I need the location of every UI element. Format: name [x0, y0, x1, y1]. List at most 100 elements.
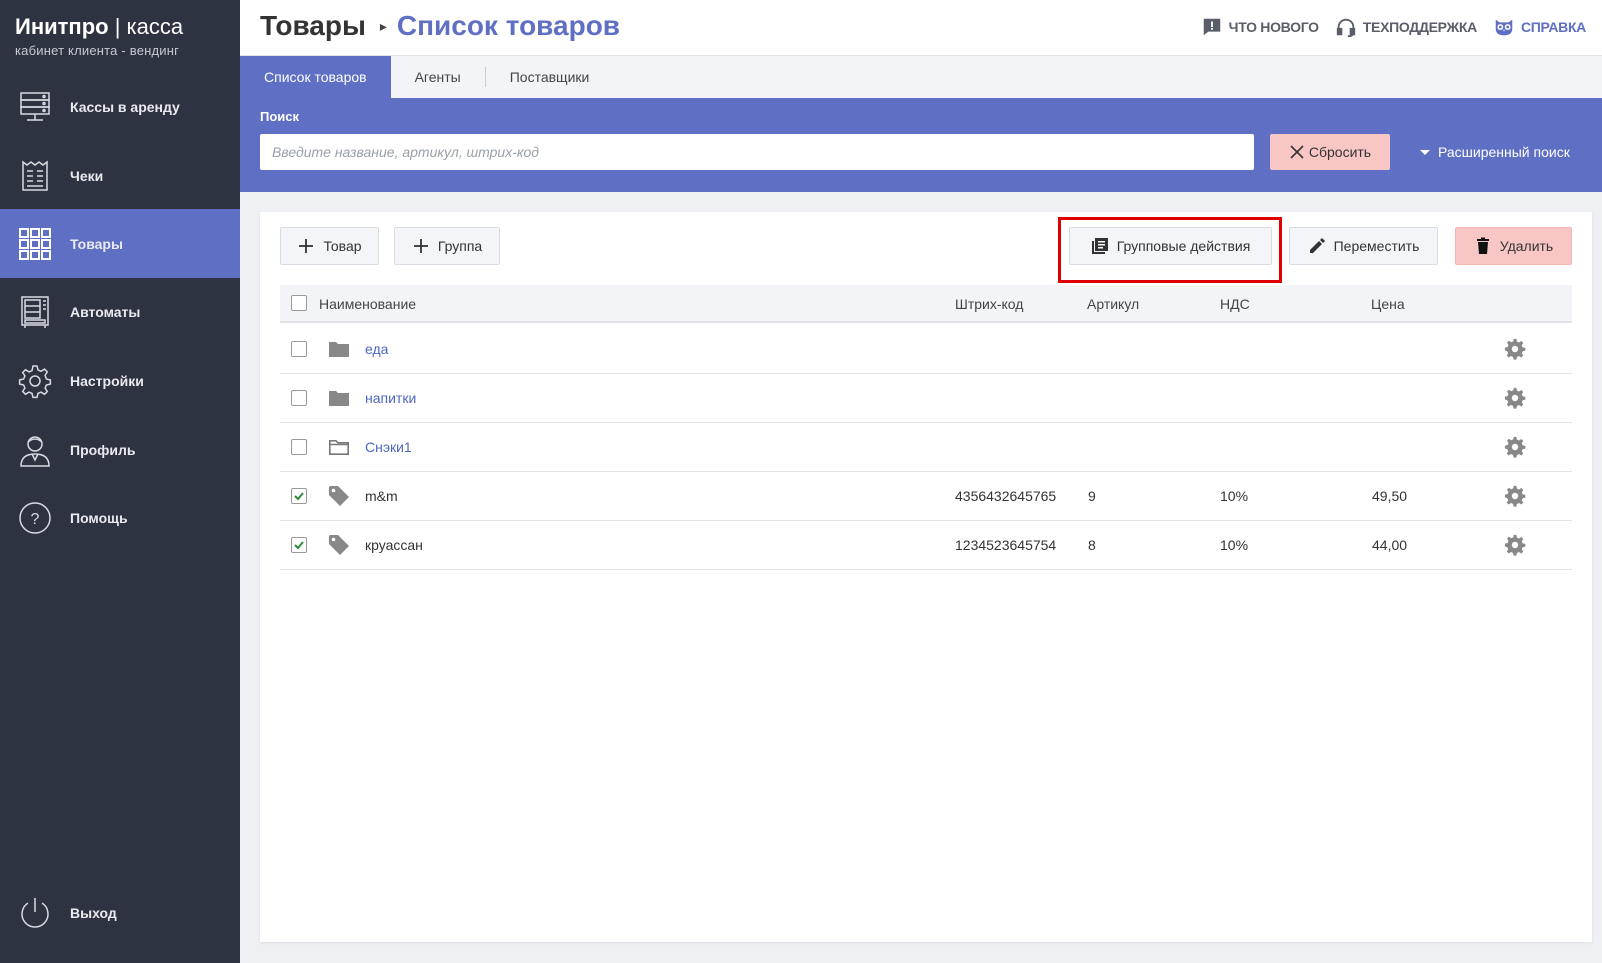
row-checkbox[interactable] [291, 341, 307, 357]
row-name[interactable]: круассан [365, 537, 423, 553]
move-label: Переместить [1333, 238, 1420, 254]
sidebar-item-receipts[interactable]: Чеки [0, 141, 240, 210]
whats-new-label: что нового [1228, 19, 1319, 35]
tag-icon [328, 534, 350, 556]
plus-icon [299, 239, 314, 253]
search-input[interactable] [260, 134, 1254, 170]
column-barcode[interactable]: Штрих-код [955, 296, 1023, 312]
add-group-button[interactable]: Группа [394, 227, 500, 265]
sidebar-item-products[interactable]: Товары [0, 209, 240, 278]
reset-label: Сбросить [1308, 144, 1372, 160]
group-actions-button[interactable]: Групповые действия [1069, 227, 1272, 265]
logout-button[interactable]: Выход [0, 878, 240, 947]
reset-button[interactable]: Сбросить [1270, 134, 1390, 170]
add-product-label: Товар [323, 238, 362, 254]
check-icon [294, 541, 304, 550]
row-settings-icon[interactable] [1504, 387, 1526, 409]
product-list-card: Товар Группа Групповые действия Перемест… [260, 212, 1592, 942]
row-settings-icon[interactable] [1504, 534, 1526, 556]
owl-icon [1495, 19, 1513, 36]
check-icon [294, 492, 304, 501]
sidebar-item-label: Профиль [70, 441, 136, 458]
help-label: справка [1520, 19, 1586, 35]
logout-label: Выход [70, 904, 117, 921]
caret-down-icon [1420, 150, 1430, 155]
tag-icon [328, 485, 350, 507]
add-group-label: Группа [437, 238, 483, 254]
row-settings-icon[interactable] [1504, 485, 1526, 507]
power-icon [16, 894, 54, 932]
sidebar-item-rental-cash-registers[interactable]: Кассы в аренду [0, 72, 240, 141]
table-header: Наименование Штрих-код Артикул НДС Цена [280, 285, 1572, 323]
select-all-checkbox[interactable] [291, 295, 307, 311]
row-checkbox-checked[interactable] [291, 537, 307, 553]
help-icon: ? [16, 499, 54, 537]
sidebar-item-machines[interactable]: Автоматы [0, 277, 240, 346]
table-row: напитки [280, 373, 1572, 423]
support-link[interactable]: техподдержка [1335, 16, 1477, 38]
column-article[interactable]: Артикул [1087, 296, 1139, 312]
folder-outline-icon [328, 436, 350, 458]
tab-product-list[interactable]: Список товаров [240, 56, 391, 98]
svg-text:?: ? [31, 511, 40, 528]
pencil-icon [1309, 238, 1325, 253]
row-checkbox-checked[interactable] [291, 488, 307, 504]
search-label: Поиск [260, 109, 300, 124]
brand-title: Инитпро | касса [15, 14, 184, 39]
row-price: 44,00 [1372, 537, 1408, 553]
header: Товары ▸ Список товаров что нового техпо… [240, 0, 1602, 56]
row-name-link[interactable]: Снэки1 [365, 439, 412, 455]
row-article: 8 [1088, 537, 1096, 553]
sidebar-item-label: Товары [70, 235, 123, 252]
sidebar-item-help[interactable]: ? Помощь [0, 483, 240, 552]
row-settings-icon[interactable] [1504, 338, 1526, 360]
sidebar-item-profile[interactable]: Профиль [0, 415, 240, 484]
row-checkbox[interactable] [291, 439, 307, 455]
breadcrumb-root[interactable]: Товары [260, 10, 366, 42]
sidebar-item-settings[interactable]: Настройки [0, 346, 240, 415]
advanced-search-label: Расширенный поиск [1438, 144, 1570, 160]
table-row: m&m 4356432645765 9 10% 49,50 [280, 471, 1572, 521]
grid-icon [16, 225, 54, 263]
column-name[interactable]: Наименование [319, 296, 416, 312]
headset-icon [1336, 18, 1355, 38]
add-product-button[interactable]: Товар [280, 227, 379, 265]
whats-new-link[interactable]: что нового [1201, 16, 1319, 38]
row-checkbox[interactable] [291, 390, 307, 406]
move-button[interactable]: Переместить [1289, 227, 1438, 265]
sidebar: Инитпро | касса кабинет клиента - вендин… [0, 0, 240, 963]
breadcrumb-separator: ▸ [379, 17, 387, 34]
sidebar-item-label: Кассы в аренду [70, 98, 180, 115]
comment-alert-icon [1203, 18, 1220, 36]
sidebar-item-label: Чеки [70, 167, 104, 184]
support-label: техподдержка [1362, 19, 1477, 35]
row-settings-icon[interactable] [1504, 436, 1526, 458]
tab-suppliers[interactable]: Поставщики [486, 56, 614, 98]
column-price[interactable]: Цена [1371, 296, 1405, 312]
row-barcode: 4356432645765 [955, 488, 1057, 504]
tab-agents[interactable]: Агенты [391, 56, 485, 98]
row-name[interactable]: m&m [365, 488, 398, 504]
delete-button[interactable]: Удалить [1455, 227, 1572, 265]
row-name-link[interactable]: еда [365, 341, 388, 357]
sidebar-item-label: Настройки [70, 372, 144, 389]
folder-icon [328, 338, 350, 360]
delete-label: Удалить [1499, 238, 1554, 254]
row-article: 9 [1088, 488, 1096, 504]
row-vat: 10% [1220, 537, 1249, 553]
folder-icon [328, 387, 350, 409]
column-vat[interactable]: НДС [1220, 296, 1250, 312]
sidebar-item-label: Автоматы [70, 303, 141, 320]
gear-icon [16, 362, 54, 400]
table-row: еда [280, 324, 1572, 374]
advanced-search-toggle[interactable]: Расширенный поиск [1418, 134, 1570, 170]
close-icon [1290, 145, 1304, 159]
search-panel: Поиск Сбросить Расширенный поиск [240, 98, 1602, 192]
vending-machine-icon [16, 293, 54, 331]
sidebar-item-label: Помощь [70, 509, 128, 526]
help-link[interactable]: справка [1493, 16, 1586, 38]
row-name-link[interactable]: напитки [365, 390, 416, 406]
header-links: что нового техподдержка справка [1201, 16, 1586, 38]
plus-icon [413, 239, 428, 253]
user-icon [16, 431, 54, 469]
